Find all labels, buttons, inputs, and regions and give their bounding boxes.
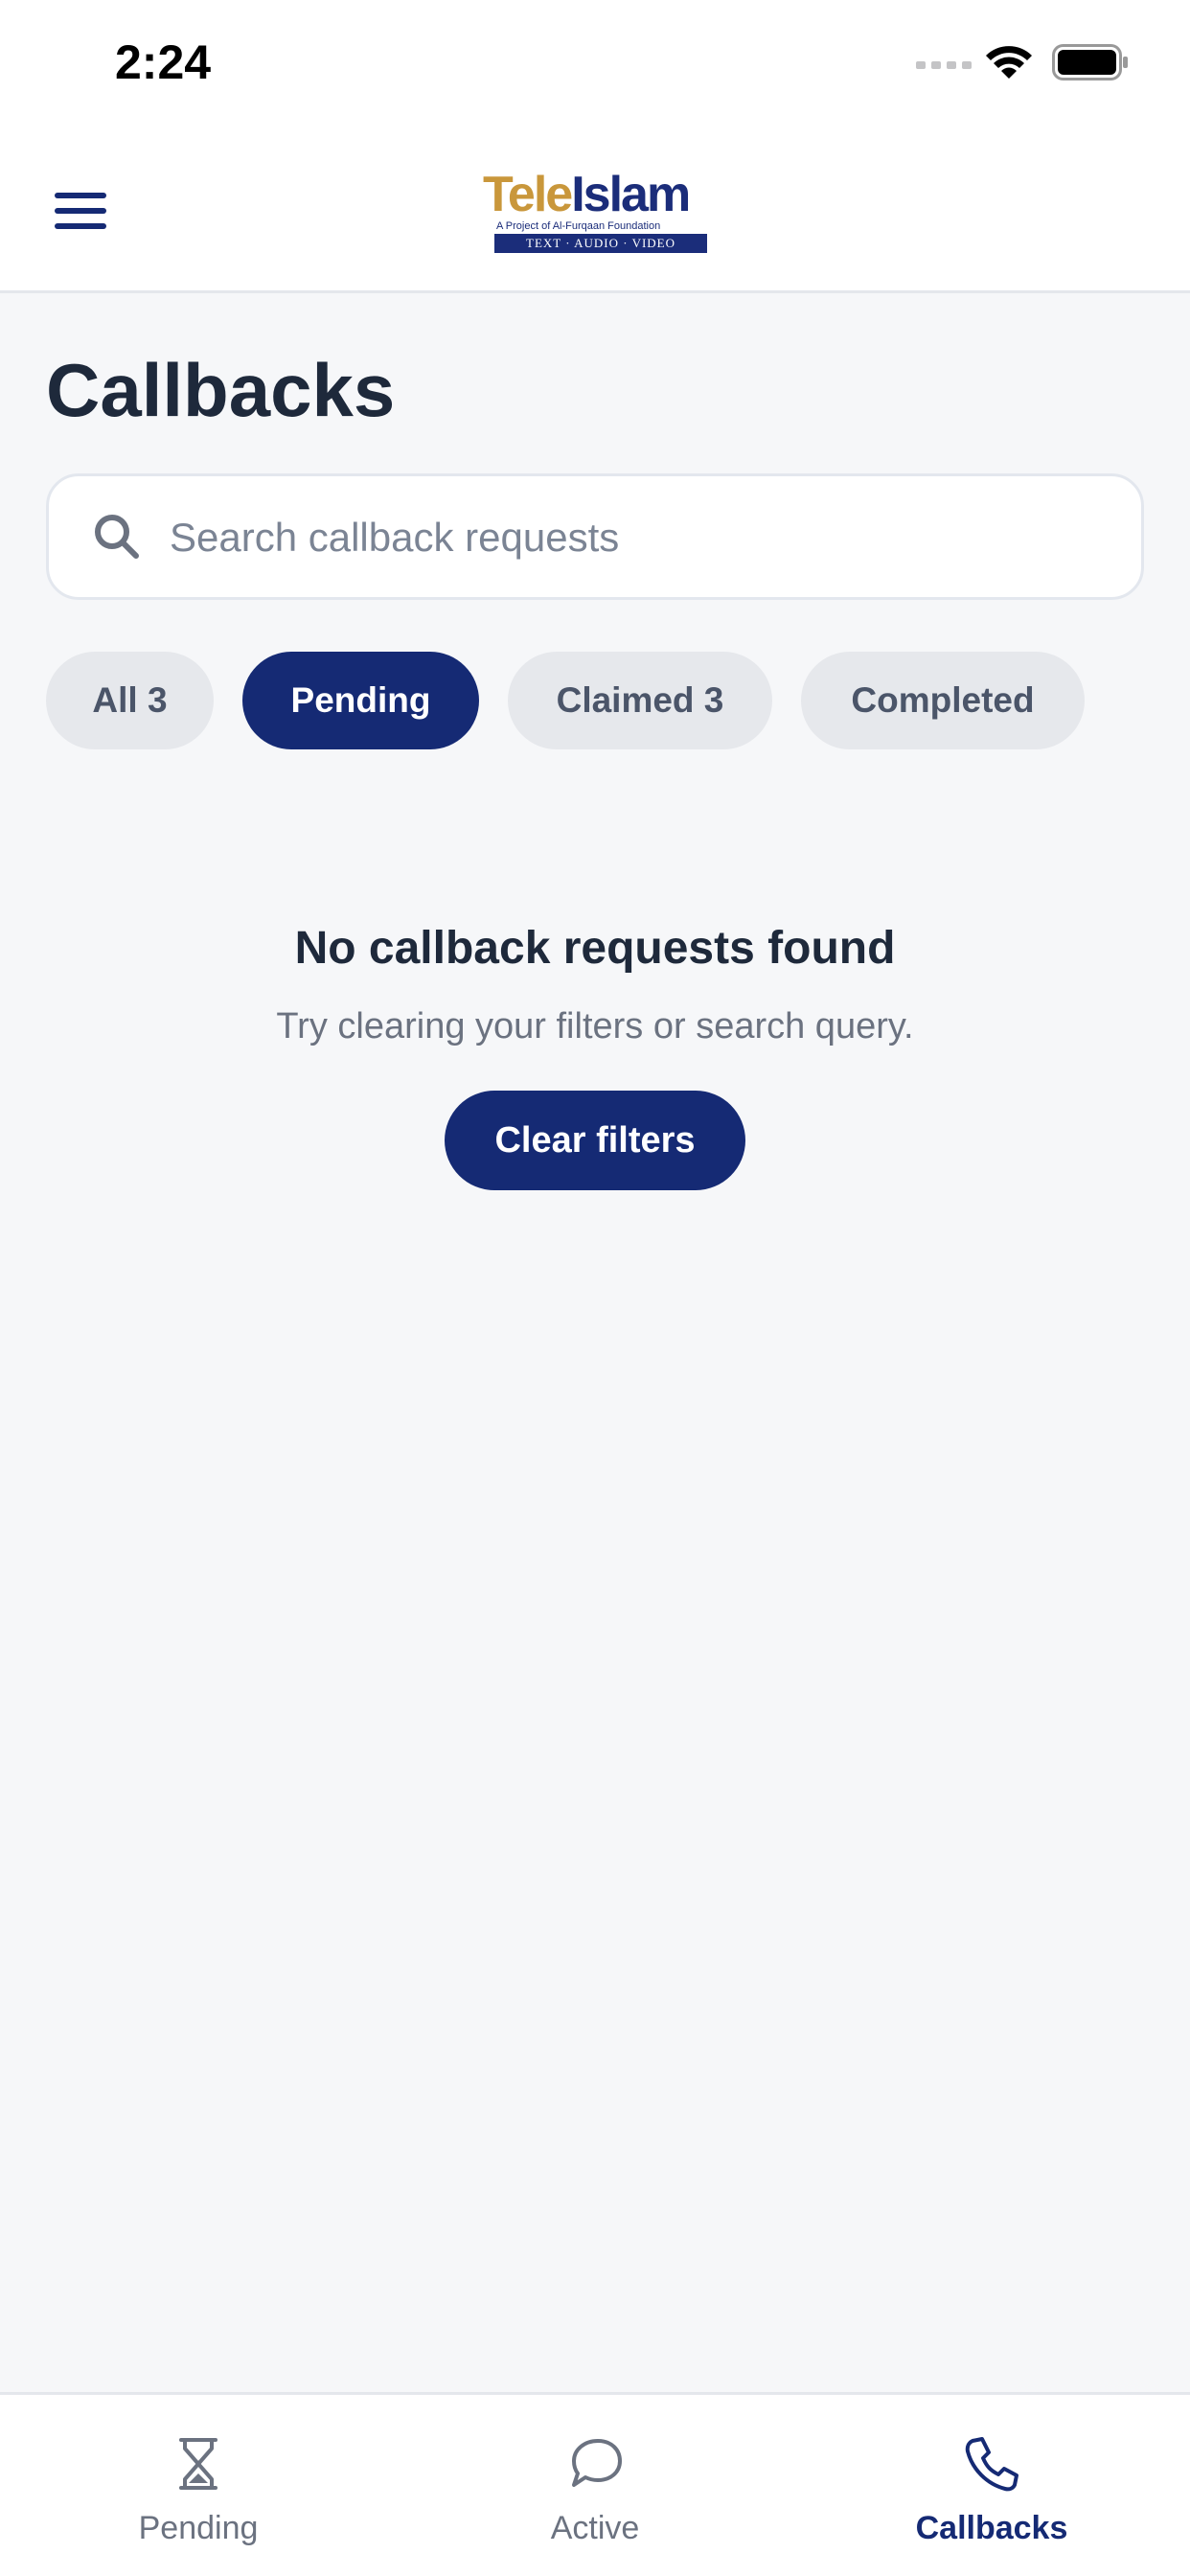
empty-state-subtitle: Try clearing your filters or search quer… [276,1006,914,1046]
search-icon [95,515,139,559]
wifi-icon [986,46,1032,79]
battery-icon [1052,44,1128,80]
tab-active[interactable]: Active [397,2395,793,2576]
search-input[interactable] [170,495,1109,580]
logo-wordmark: TeleIslam [483,167,691,222]
logo-word-tele: Tele [483,167,573,222]
logo-tagline: A Project of Al-Furqaan Foundation [496,220,661,232]
status-time: 2:24 [115,35,212,89]
cellular-signal-icon [916,61,972,69]
tab-active-label: Active [550,2510,640,2546]
tab-pending-label: Pending [138,2510,259,2546]
search-box[interactable] [46,473,1144,600]
filter-chip-pending[interactable]: Pending [242,652,479,749]
hamburger-menu-icon [55,193,106,229]
hourglass-icon [179,2438,217,2490]
clear-filters-button[interactable]: Clear filters [445,1091,745,1190]
filter-chip-completed[interactable]: Completed [801,652,1085,749]
app-header: TeleIslam A Project of Al-Furqaan Founda… [0,130,1190,293]
page-title: Callbacks [46,348,396,432]
filter-chip-all[interactable]: All 3 [46,652,214,749]
phone-icon [965,2437,1018,2492]
telelslam-logo: TeleIslam A Project of Al-Furqaan Founda… [479,167,709,255]
logo-band: TEXT · AUDIO · VIDEO [494,234,707,253]
bottom-tab-bar: Pending Active Callbacks [0,2392,1190,2576]
empty-state-title: No callback requests found [294,923,896,974]
chat-bubble-icon [572,2439,622,2487]
tab-callbacks-label: Callbacks [915,2510,1068,2546]
tab-pending[interactable]: Pending [0,2395,397,2576]
tab-callbacks[interactable]: Callbacks [793,2395,1190,2576]
logo-word-islam: Islam [571,167,691,222]
filter-chip-claimed[interactable]: Claimed 3 [508,652,772,749]
menu-button[interactable] [50,180,111,242]
status-bar: 2:24 [0,0,1190,130]
